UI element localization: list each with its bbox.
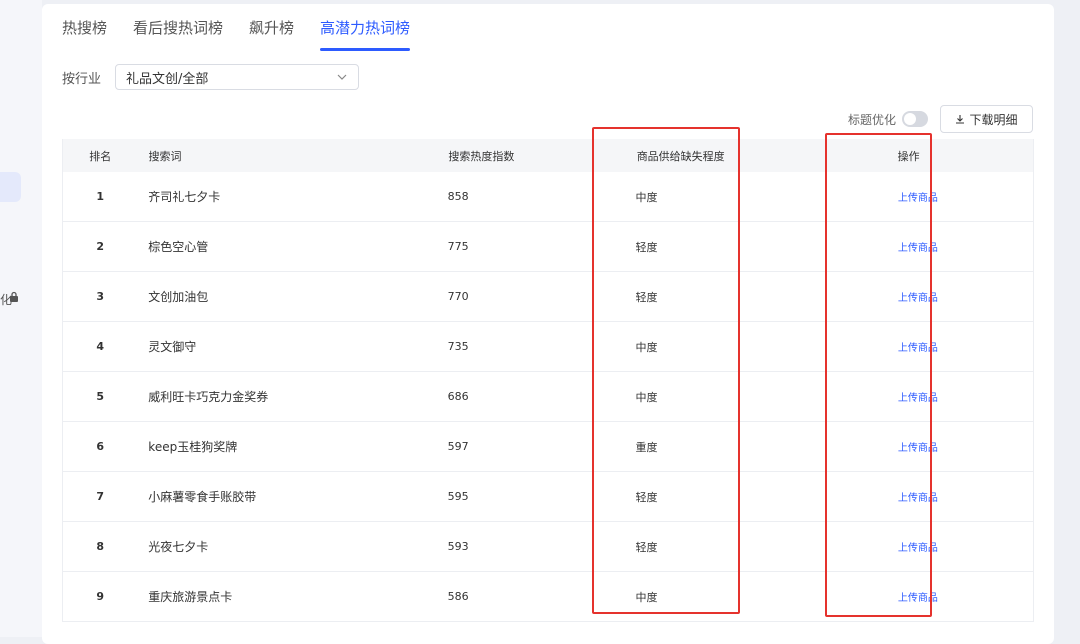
- sidebar-active-item[interactable]: [0, 172, 21, 202]
- rank-cell: 7: [96, 490, 104, 503]
- supply-gap-cell: 中度: [635, 340, 658, 354]
- operation-cell: 上传商品: [872, 539, 1033, 554]
- supply-gap-cell: 中度: [635, 190, 658, 204]
- heat-index-cell: 586: [447, 590, 469, 603]
- left-sidebar: 化: [0, 0, 42, 637]
- upload-product-link[interactable]: 上传商品: [898, 243, 938, 254]
- search-term-cell: 文创加油包: [148, 290, 209, 304]
- table-row: 1 齐司礼七夕卡 858 中度 上传商品: [63, 172, 1033, 222]
- tab-hot-search[interactable]: 热搜榜: [62, 17, 107, 51]
- rank-cell: 8: [96, 540, 104, 553]
- table-header: 排名 搜索词 搜索热度指数 商品供给缺失程度 操作: [63, 139, 1033, 172]
- industry-filter: 按行业 礼品文创/全部: [62, 64, 360, 90]
- upload-product-link[interactable]: 上传商品: [898, 443, 938, 454]
- title-optimize-toggle[interactable]: [902, 111, 928, 127]
- rank-cell: 1: [96, 190, 104, 203]
- download-label: 下载明细: [969, 112, 1018, 127]
- title-optimize-label: 标题优化: [847, 112, 896, 127]
- industry-select-value: 礼品文创/全部: [126, 71, 209, 87]
- table-row: 8 光夜七夕卡 593 轻度 上传商品: [63, 522, 1033, 572]
- heat-index-cell: 858: [447, 190, 469, 203]
- download-details-button[interactable]: 下载明细: [940, 105, 1033, 133]
- operation-cell: 上传商品: [872, 189, 1033, 204]
- upload-product-link[interactable]: 上传商品: [898, 193, 938, 204]
- table-row: 5 威利旺卡巧克力金奖券 686 中度 上传商品: [63, 372, 1033, 422]
- operation-cell: 上传商品: [872, 439, 1033, 454]
- search-term-cell: 重庆旅游景点卡: [148, 590, 233, 604]
- chevron-down-icon: [337, 74, 347, 80]
- supply-gap-cell: 轻度: [635, 240, 658, 254]
- table-row: 3 文创加油包 770 轻度 上传商品: [63, 272, 1033, 322]
- operation-cell: 上传商品: [872, 489, 1033, 504]
- upload-product-link[interactable]: 上传商品: [898, 493, 938, 504]
- rank-cell: 4: [96, 340, 104, 353]
- upload-product-link[interactable]: 上传商品: [898, 393, 938, 404]
- operation-cell: 上传商品: [872, 289, 1033, 304]
- download-icon: [956, 115, 965, 124]
- supply-gap-cell: 轻度: [635, 490, 658, 504]
- supply-gap-cell: 轻度: [635, 290, 658, 304]
- rank-cell: 5: [96, 390, 104, 403]
- table-row: 7 小麻薯零食手账胶带 595 轻度 上传商品: [63, 472, 1033, 522]
- upload-product-link[interactable]: 上传商品: [898, 343, 938, 354]
- upload-product-link[interactable]: 上传商品: [898, 293, 938, 304]
- supply-gap-cell: 重度: [635, 440, 658, 454]
- lock-icon: [10, 291, 18, 302]
- search-term-cell: 威利旺卡巧克力金奖券: [148, 390, 269, 404]
- heat-index-cell: 775: [447, 240, 469, 253]
- heat-index-cell: 593: [447, 540, 469, 553]
- heat-index-cell: 735: [447, 340, 469, 353]
- search-term-cell: 棕色空心管: [148, 240, 209, 254]
- header-term: 搜索词: [148, 149, 182, 163]
- header-rank: 排名: [89, 149, 112, 163]
- industry-label: 按行业: [62, 71, 102, 87]
- header-supply-gap: 商品供给缺失程度: [636, 149, 725, 163]
- supply-gap-cell: 中度: [635, 390, 658, 404]
- table-toolbar: 标题优化 下载明细: [848, 105, 1033, 133]
- operation-cell: 上传商品: [872, 339, 1033, 354]
- search-term-cell: 齐司礼七夕卡: [148, 190, 221, 204]
- upload-product-link[interactable]: 上传商品: [898, 593, 938, 604]
- header-heat: 搜索热度指数: [448, 149, 515, 163]
- operation-cell: 上传商品: [872, 589, 1033, 604]
- upload-product-link[interactable]: 上传商品: [898, 543, 938, 554]
- table-body: 1 齐司礼七夕卡 858 中度 上传商品 2 棕色空心管 775 轻度 上传商品 3 文创加油包 770…: [63, 172, 1033, 622]
- search-term-cell: 灵文御守: [148, 340, 197, 354]
- table-row: 6 keep玉桂狗奖牌 597 重度 上传商品: [63, 422, 1033, 472]
- search-term-cell: 光夜七夕卡: [148, 540, 209, 554]
- tab-rising[interactable]: 飙升榜: [249, 17, 294, 51]
- operation-cell: 上传商品: [872, 389, 1033, 404]
- heat-index-cell: 686: [447, 390, 469, 403]
- industry-select[interactable]: 礼品文创/全部: [115, 64, 360, 90]
- operation-cell: 上传商品: [872, 239, 1033, 254]
- rank-cell: 3: [96, 290, 104, 303]
- hot-words-table: 排名 搜索词 搜索热度指数 商品供给缺失程度 操作 1 齐司礼七夕卡 858 中度 上传…: [62, 139, 1034, 622]
- supply-gap-cell: 中度: [635, 590, 658, 604]
- rank-cell: 9: [96, 590, 104, 603]
- search-term-cell: keep玉桂狗奖牌: [148, 440, 238, 454]
- main-card: 热搜榜 看后搜热词榜 飙升榜 高潜力热词榜 按行业 礼品文创/全部 标题优化 下…: [42, 4, 1054, 644]
- rank-cell: 6: [96, 440, 104, 453]
- tab-high-potential[interactable]: 高潜力热词榜: [320, 17, 411, 51]
- table-row: 9 重庆旅游景点卡 586 中度 上传商品: [63, 572, 1033, 622]
- supply-gap-cell: 轻度: [635, 540, 658, 554]
- rank-cell: 2: [96, 240, 104, 253]
- heat-index-cell: 595: [447, 490, 469, 503]
- search-term-cell: 小麻薯零食手账胶带: [148, 490, 257, 504]
- heat-index-cell: 597: [447, 440, 469, 453]
- header-operation: 操作: [897, 149, 920, 163]
- tab-after-view-search[interactable]: 看后搜热词榜: [133, 17, 223, 51]
- heat-index-cell: 770: [447, 290, 469, 303]
- table-row: 4 灵文御守 735 中度 上传商品: [63, 322, 1033, 372]
- ranking-tabs: 热搜榜 看后搜热词榜 飙升榜 高潜力热词榜: [62, 17, 411, 53]
- toggle-knob: [904, 113, 916, 125]
- table-row: 2 棕色空心管 775 轻度 上传商品: [63, 222, 1033, 272]
